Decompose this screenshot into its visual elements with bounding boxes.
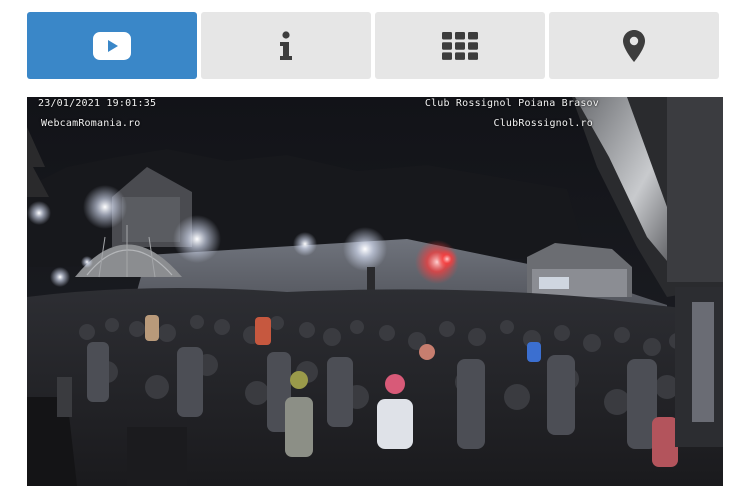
webcam-image[interactable]: 23/01/2021 19:01:35 WebcamRomania.ro Clu… <box>27 97 723 486</box>
info-icon <box>280 30 292 60</box>
play-icon <box>93 31 131 60</box>
tab-info[interactable] <box>201 12 371 79</box>
tab-map[interactable] <box>549 12 719 79</box>
tab-bar <box>27 12 719 79</box>
grid-icon <box>442 31 478 60</box>
map-pin-icon <box>623 29 645 62</box>
timestamp-overlay: 23/01/2021 19:01:35 <box>38 98 157 109</box>
source-overlay: WebcamRomania.ro <box>41 118 141 129</box>
brand-overlay: ClubRossignol.ro <box>493 118 593 129</box>
tab-video[interactable] <box>27 12 197 79</box>
tab-gallery[interactable] <box>375 12 545 79</box>
webcam-scene <box>27 97 723 486</box>
location-overlay: Club Rossignol Poiana Brasov <box>424 98 599 109</box>
